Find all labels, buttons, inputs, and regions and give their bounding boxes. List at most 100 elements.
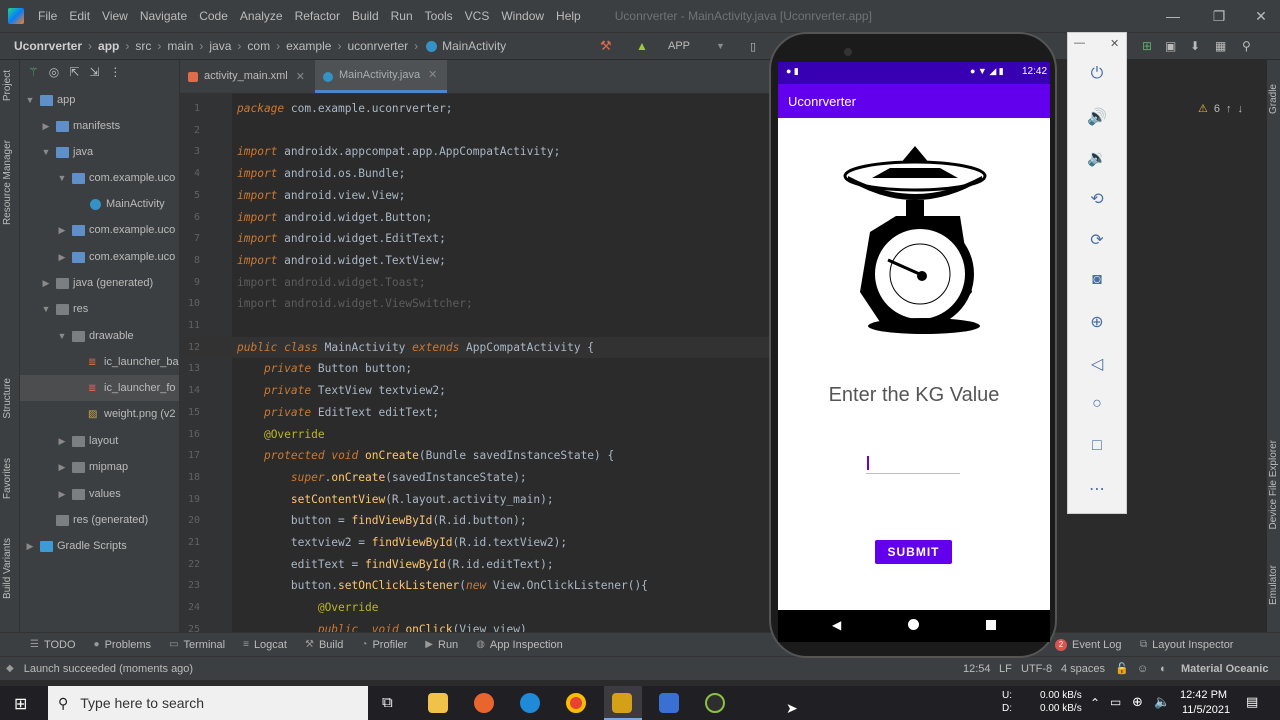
android-view-icon[interactable]: ⚚ bbox=[28, 65, 39, 79]
menu-refactor[interactable]: Refactor bbox=[289, 9, 346, 23]
tool-tab-gradle[interactable]: Gradle bbox=[1268, 84, 1279, 114]
breadcrumb-item[interactable]: Uconrverter bbox=[14, 39, 82, 53]
menu-file[interactable]: File bbox=[32, 9, 63, 23]
chevron-down-icon[interactable]: ▼ bbox=[56, 331, 68, 341]
warnings-indicator[interactable]: ⚠ 6 ↑ ↓ bbox=[1198, 102, 1244, 116]
tree-item-xml-file-selected[interactable]: ≣ ic_launcher_fo bbox=[20, 375, 179, 401]
breadcrumb-item[interactable]: java bbox=[209, 39, 231, 53]
tool-run[interactable]: ▶ Run bbox=[425, 639, 458, 651]
close-tab-icon[interactable]: ✕ bbox=[296, 70, 305, 83]
tree-item-res-generated[interactable]: res (generated) bbox=[52, 507, 148, 533]
target-icon[interactable]: ◎ bbox=[49, 65, 59, 79]
arrow-down-icon[interactable]: ↓ bbox=[1238, 103, 1244, 115]
code-line[interactable]: 11 bbox=[180, 315, 770, 337]
code-line[interactable]: 18 super.onCreate(savedInstanceState); bbox=[180, 467, 770, 489]
breadcrumb-item[interactable]: uconrverter bbox=[347, 39, 408, 53]
volume-up-icon[interactable]: 🔊 bbox=[1068, 107, 1126, 127]
search-icon[interactable]: ⚲ bbox=[1242, 39, 1251, 53]
chevron-right-icon[interactable]: ▶ bbox=[56, 462, 68, 473]
menu-code[interactable]: Code bbox=[193, 9, 234, 23]
zoom-icon[interactable]: ⊕ bbox=[1068, 312, 1126, 332]
collapse-icon[interactable]: ⇱ bbox=[69, 65, 79, 79]
code-line[interactable]: 6 import android.widget.Button; bbox=[180, 207, 770, 229]
hammer-icon[interactable]: ⚒ bbox=[600, 38, 612, 54]
tree-item-drawable[interactable]: ▼ drawable bbox=[56, 323, 134, 349]
chevron-right-icon[interactable]: ▶ bbox=[56, 252, 68, 263]
back-icon[interactable]: ◁ bbox=[1068, 354, 1126, 374]
tool-layout-inspector[interactable]: ⧉ Layout Inspector bbox=[1140, 639, 1233, 651]
rotate-right-icon[interactable]: ⟳ bbox=[1068, 230, 1126, 250]
windows-start-icon[interactable]: ⊞ bbox=[14, 694, 27, 714]
phone-back-icon[interactable]: ◀ bbox=[832, 618, 841, 632]
caret-position[interactable]: 12:54 bbox=[963, 663, 991, 675]
tree-item-package[interactable]: ▶ com.example.uco bbox=[56, 217, 176, 243]
code-line[interactable]: 1 package com.example.uconrverter; bbox=[180, 98, 770, 120]
line-separator[interactable]: LF bbox=[999, 663, 1012, 675]
menu-tools[interactable]: Tools bbox=[419, 9, 459, 23]
code-line[interactable]: 10 import android.widget.ViewSwitcher; bbox=[180, 293, 770, 315]
sdk-manager-icon[interactable]: ⬇ bbox=[1190, 39, 1200, 53]
close-icon[interactable]: ✕ bbox=[1110, 37, 1119, 50]
tree-item-java[interactable]: ▼ java bbox=[40, 139, 94, 165]
chevron-right-icon[interactable]: ▶ bbox=[40, 278, 52, 289]
tree-item-values[interactable]: ▶ values bbox=[56, 481, 121, 507]
expand-icon[interactable]: ⇲ bbox=[89, 65, 99, 79]
file-explorer-icon[interactable] bbox=[428, 693, 448, 713]
tool-event-log[interactable]: 2 Event Log bbox=[1055, 638, 1122, 651]
firefox-icon[interactable] bbox=[474, 693, 494, 713]
clock-time[interactable]: 12:42 PM bbox=[1180, 689, 1227, 701]
code-line[interactable]: 4 import android.os.Bundle; bbox=[180, 163, 770, 185]
tree-item-image-file[interactable]: ▨ weight.png (v2 bbox=[84, 401, 176, 427]
chevron-down-icon[interactable]: ▼ bbox=[24, 95, 36, 105]
tab-activity-main-xml[interactable]: activity_main.xml ✕ bbox=[180, 60, 315, 93]
breadcrumb-item[interactable]: com bbox=[247, 39, 270, 53]
breadcrumb-item[interactable]: example bbox=[286, 39, 331, 53]
tree-item-app[interactable]: ▼ app bbox=[24, 87, 76, 113]
rotate-left-icon[interactable]: ⟲ bbox=[1068, 189, 1126, 209]
menu-run[interactable]: Run bbox=[385, 9, 419, 23]
file-encoding[interactable]: UTF-8 bbox=[1021, 663, 1052, 675]
network-icon[interactable]: ⊕ bbox=[1132, 694, 1143, 710]
code-line[interactable]: 15 private EditText editText; bbox=[180, 402, 770, 424]
close-tab-icon[interactable]: ✕ bbox=[428, 68, 437, 81]
breadcrumb-item[interactable]: app bbox=[98, 39, 119, 53]
code-line[interactable]: 25 public void onClick(View view) bbox=[180, 619, 770, 632]
options-icon[interactable]: ⋮ bbox=[109, 65, 121, 79]
clock-date[interactable]: 11/5/2021 bbox=[1182, 704, 1230, 716]
chevron-down-icon[interactable]: ▼ bbox=[40, 304, 52, 314]
tool-logcat[interactable]: ≡ Logcat bbox=[243, 639, 287, 651]
avd-manager-icon[interactable]: ▣ bbox=[1165, 39, 1176, 53]
tool-tab-emulator[interactable]: Emulator bbox=[1268, 565, 1279, 605]
code-line[interactable]: 12 public class MainActivity extends AppC… bbox=[180, 336, 770, 359]
tab-mainactivity-java[interactable]: MainActivity.java ✕ bbox=[314, 60, 448, 93]
theme-name[interactable]: Material Oceanic bbox=[1181, 663, 1268, 675]
tree-item-layout[interactable]: ▶ layout bbox=[56, 428, 119, 454]
code-line[interactable]: 5 import android.view.View; bbox=[180, 185, 770, 207]
tree-item-package[interactable]: ▶ com.example.uco bbox=[56, 244, 176, 270]
speaker-icon[interactable]: 🔈 bbox=[1154, 694, 1170, 710]
maximize-icon[interactable]: ❐ bbox=[1196, 0, 1242, 32]
tool-tab-favorites[interactable]: Favorites bbox=[2, 458, 13, 499]
archive-icon[interactable] bbox=[612, 693, 632, 713]
minimize-icon[interactable]: — bbox=[1074, 37, 1085, 49]
code-line[interactable]: 8 import android.widget.TextView; bbox=[180, 250, 770, 272]
chrome-icon[interactable] bbox=[566, 693, 586, 713]
battery-icon[interactable]: ▭ bbox=[1110, 695, 1121, 709]
sync-icon[interactable]: ⊞ bbox=[1142, 39, 1152, 53]
tree-item-java-generated[interactable]: ▶ java (generated) bbox=[40, 270, 154, 296]
more-icon[interactable]: ⋯ bbox=[1068, 479, 1126, 499]
menu-view[interactable]: View bbox=[96, 9, 134, 23]
code-line[interactable]: 21 textview2 = findViewById(R.id.textVie… bbox=[180, 532, 770, 554]
notifications-icon[interactable]: ▤ bbox=[1246, 694, 1258, 710]
close-icon[interactable]: ✕ bbox=[1238, 0, 1280, 32]
code-line[interactable]: 3 import androidx.appcompat.app.AppCompat… bbox=[180, 141, 770, 163]
code-line[interactable]: 17 protected void onCreate(Bundle savedI… bbox=[180, 445, 770, 467]
breadcrumb-item[interactable]: MainActivity bbox=[442, 39, 506, 53]
code-line[interactable]: 20 button = findViewById(R.id.button); bbox=[180, 510, 770, 532]
chevron-right-icon[interactable]: ▶ bbox=[56, 225, 68, 236]
menu-analyze[interactable]: Analyze bbox=[234, 9, 289, 23]
chevron-down-icon[interactable]: ▼ bbox=[56, 173, 68, 183]
tool-tab-resource-manager[interactable]: Resource Manager bbox=[2, 140, 13, 225]
menu-navigate[interactable]: Navigate bbox=[134, 9, 193, 23]
breadcrumb-item[interactable]: src bbox=[135, 39, 151, 53]
